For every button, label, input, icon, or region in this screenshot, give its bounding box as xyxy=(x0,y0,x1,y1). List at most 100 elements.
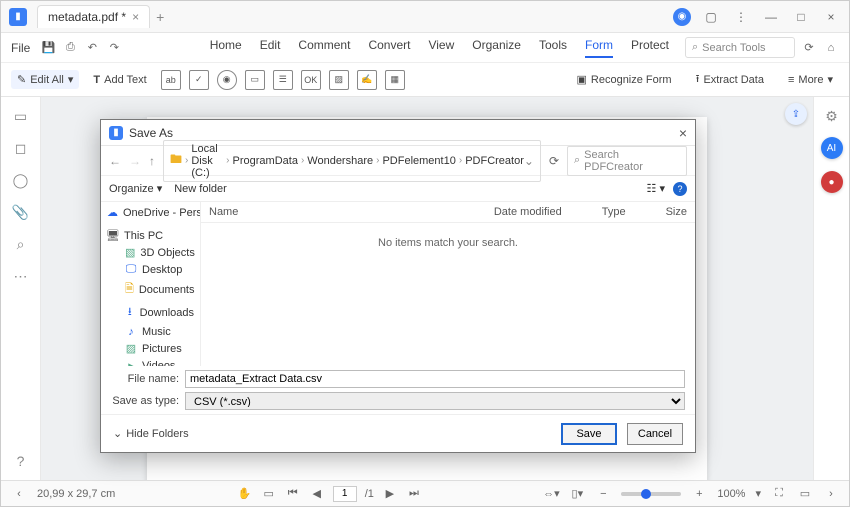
date-field-icon[interactable]: ▦ xyxy=(385,70,405,90)
undo-icon[interactable]: ↶ xyxy=(84,40,100,56)
fullscreen-icon[interactable]: ⛶ xyxy=(771,486,787,502)
thumbnails-icon[interactable]: ▭ xyxy=(12,107,30,125)
listbox-icon[interactable]: ☰ xyxy=(273,70,293,90)
col-date[interactable]: Date modified xyxy=(494,206,562,218)
kebab-icon[interactable]: ⋮ xyxy=(731,7,751,27)
tree-thispc[interactable]: 🖥This PC xyxy=(101,227,200,244)
next-icon[interactable]: ▶ xyxy=(382,486,398,502)
bookmarks-icon[interactable]: ◻ xyxy=(12,139,30,157)
crumb-chevron-icon[interactable]: ⌄ xyxy=(524,154,534,168)
tree-pictures[interactable]: ▨Pictures xyxy=(101,340,200,357)
prev-page-icon[interactable]: ‹ xyxy=(11,486,27,502)
crumb-1[interactable]: ProgramData xyxy=(233,155,298,167)
help-icon[interactable]: ? xyxy=(12,452,30,470)
up-icon[interactable]: ↑ xyxy=(149,154,155,168)
menu-organize[interactable]: Organize xyxy=(472,38,521,58)
read-mode-icon[interactable]: ▭ xyxy=(797,486,813,502)
minimize-icon[interactable]: — xyxy=(761,7,781,27)
zoom-in-icon[interactable]: + xyxy=(691,486,707,502)
view-mode-icon[interactable]: ☷ ▾ xyxy=(647,182,665,195)
tree-videos[interactable]: ▸Videos xyxy=(101,357,200,366)
col-type[interactable]: Type xyxy=(602,206,626,218)
zoom-out-icon[interactable]: − xyxy=(595,486,611,502)
page-number-input[interactable] xyxy=(333,486,357,502)
add-text-button[interactable]: T Add Text xyxy=(87,71,152,89)
prev-icon[interactable]: ◀ xyxy=(309,486,325,502)
menu-edit[interactable]: Edit xyxy=(260,38,281,58)
more-button[interactable]: ≡ More ▾ xyxy=(782,70,839,89)
first-page-icon[interactable]: ⏮ xyxy=(285,486,301,502)
help-icon[interactable]: ? xyxy=(673,182,687,196)
home-icon[interactable]: ⌂ xyxy=(823,40,839,56)
single-page-icon[interactable]: ▯▾ xyxy=(569,486,585,502)
back-icon[interactable]: ← xyxy=(109,154,121,168)
fit-width-icon[interactable]: ⇔▾ xyxy=(543,486,559,502)
list-header[interactable]: Name Date modified Type Size xyxy=(201,202,695,223)
edit-all-button[interactable]: ✎ Edit All ▾ xyxy=(11,70,79,89)
refresh-icon[interactable]: ⟳ xyxy=(549,154,559,168)
combobox-icon[interactable]: ▭ xyxy=(245,70,265,90)
textfield-icon[interactable]: ab xyxy=(161,70,181,90)
zoom-thumb[interactable] xyxy=(641,489,651,499)
hand-tool-icon[interactable]: ✋ xyxy=(237,486,253,502)
col-name[interactable]: Name xyxy=(209,206,454,218)
zoom-slider[interactable] xyxy=(621,492,681,496)
window-close-icon[interactable]: × xyxy=(821,7,841,27)
col-size[interactable]: Size xyxy=(666,206,687,218)
avatar-icon[interactable]: ◉ xyxy=(673,8,691,26)
file-menu[interactable]: File xyxy=(11,41,30,55)
forward-icon[interactable]: → xyxy=(129,154,141,168)
signature-icon[interactable]: ✍ xyxy=(357,70,377,90)
save-button[interactable]: Save xyxy=(561,423,617,445)
crumb-3[interactable]: PDFelement10 xyxy=(382,155,455,167)
new-tab-icon[interactable]: + xyxy=(156,9,164,25)
search-tools-input[interactable]: ⌕ Search Tools xyxy=(685,37,795,58)
image-field-icon[interactable]: ▨ xyxy=(329,70,349,90)
assist-float-icon[interactable]: ● xyxy=(821,171,843,193)
new-folder-button[interactable]: New folder xyxy=(174,183,227,195)
menu-tools[interactable]: Tools xyxy=(539,38,567,58)
filename-input[interactable] xyxy=(185,370,685,388)
menu-home[interactable]: Home xyxy=(210,38,242,58)
ai-float-icon[interactable]: AI xyxy=(821,137,843,159)
zoom-chevron-icon[interactable]: ▾ xyxy=(755,487,761,500)
menu-view[interactable]: View xyxy=(428,38,454,58)
cancel-button[interactable]: Cancel xyxy=(627,423,683,445)
tree-3dobjects[interactable]: ▧3D Objects xyxy=(101,244,200,261)
tree-onedrive[interactable]: ☁OneDrive - Person xyxy=(101,204,200,221)
share-float-icon[interactable]: ⇪ xyxy=(785,103,807,125)
checkbox-icon[interactable]: ✓ xyxy=(189,70,209,90)
hide-folders-button[interactable]: ⌄Hide Folders xyxy=(113,427,189,440)
crumb-2[interactable]: Wondershare xyxy=(307,155,373,167)
crumb-4[interactable]: PDFCreator xyxy=(465,155,524,167)
menu-convert[interactable]: Convert xyxy=(368,38,410,58)
last-page-icon[interactable]: ⏭ xyxy=(406,486,422,502)
tree-desktop[interactable]: 🖵Desktop xyxy=(101,261,200,278)
dialog-search-input[interactable]: ⌕ Search PDFCreator xyxy=(567,146,687,176)
organize-button[interactable]: Organize ▾ xyxy=(109,182,162,195)
maximize-icon[interactable]: □ xyxy=(791,7,811,27)
folder-tree[interactable]: ☁OneDrive - Person 🖥This PC ▧3D Objects … xyxy=(101,202,201,366)
crumb-0[interactable]: Local Disk (C:) xyxy=(191,143,223,179)
search-icon[interactable]: ⌕ xyxy=(12,235,30,253)
attachments-icon[interactable]: 📎 xyxy=(12,203,30,221)
button-icon[interactable]: OK xyxy=(301,70,321,90)
tree-music[interactable]: ♪Music xyxy=(101,324,200,340)
radio-icon[interactable]: ◉ xyxy=(217,70,237,90)
savetype-select[interactable]: CSV (*.csv) xyxy=(185,392,685,410)
redo-icon[interactable]: ↷ xyxy=(106,40,122,56)
panel-icon[interactable]: ▢ xyxy=(701,7,721,27)
dialog-close-icon[interactable]: × xyxy=(679,125,687,141)
tree-downloads[interactable]: ⭳Downloads xyxy=(101,301,200,324)
comments-icon[interactable]: ◯ xyxy=(12,171,30,189)
menu-comment[interactable]: Comment xyxy=(298,38,350,58)
document-tab[interactable]: metadata.pdf * × xyxy=(37,5,150,28)
extract-data-button[interactable]: ⭱ Extract Data xyxy=(690,67,770,92)
cloud-icon[interactable]: ⟳ xyxy=(801,40,817,56)
save-icon[interactable]: 💾 xyxy=(40,40,56,56)
next-page-icon[interactable]: › xyxy=(823,486,839,502)
menu-form[interactable]: Form xyxy=(585,38,613,58)
menu-protect[interactable]: Protect xyxy=(631,38,669,58)
more-side-icon[interactable]: ⋯ xyxy=(12,267,30,285)
settings-icon[interactable]: ⚙ xyxy=(823,107,841,125)
